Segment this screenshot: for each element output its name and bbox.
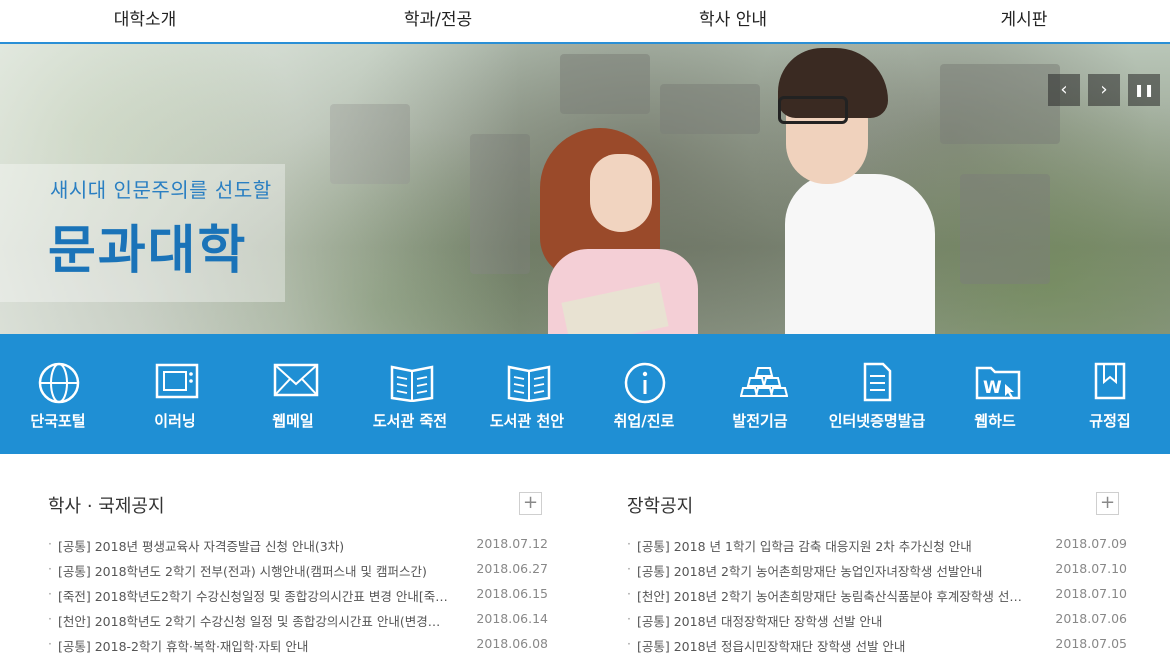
panel-title: 학사 · 국제공지 bbox=[48, 496, 165, 517]
chevron-left-icon[interactable]: ‹ bbox=[1048, 74, 1080, 106]
notice-title[interactable]: [천안] 2018학년도 2학기 수강신청 일정 및 종합강의시간표 안내(변경… bbox=[58, 611, 450, 630]
notice-date: 2018.07.10 bbox=[1055, 586, 1127, 601]
book-icon bbox=[507, 365, 551, 402]
notice-title[interactable]: [공통] 2018년 평생교육사 자격증발급 신청 안내(3차) bbox=[58, 536, 450, 555]
hero-rock bbox=[660, 84, 760, 134]
bullet: · bbox=[48, 536, 52, 551]
quick-links-bar: 단국포털 이러닝 웹메일 도서관 죽전 도서관 천안 취업/진로 발전기금 인터… bbox=[0, 334, 1170, 454]
notice-title[interactable]: [공통] 2018 년 1학기 입학금 감축 대응지원 2차 추가신청 안내 bbox=[637, 536, 1029, 555]
notice-date: 2018.07.06 bbox=[1055, 611, 1127, 626]
notice-date: 2018.07.09 bbox=[1055, 536, 1127, 551]
notice-date: 2018.07.05 bbox=[1055, 636, 1127, 651]
woman-figure-face bbox=[590, 154, 652, 232]
hero-rock bbox=[560, 54, 650, 114]
nav-item-academic-guide[interactable]: 학사 안내 bbox=[653, 0, 813, 42]
notice-row[interactable]: · [공통] 2018 년 1학기 입학금 감축 대응지원 2차 추가신청 안내… bbox=[627, 536, 1127, 556]
book-icon bbox=[390, 365, 434, 402]
notice-date: 2018.06.08 bbox=[476, 636, 548, 651]
quick-link-label: 규정집 bbox=[1089, 412, 1131, 430]
more-button[interactable]: + bbox=[1096, 492, 1119, 515]
nav-item-about[interactable]: 대학소개 bbox=[65, 0, 225, 42]
notice-date: 2018.07.12 bbox=[476, 536, 548, 551]
pause-icon[interactable]: ❚❚ bbox=[1128, 74, 1160, 106]
nav-item-departments[interactable]: 학과/전공 bbox=[358, 0, 518, 42]
mail-icon bbox=[273, 363, 319, 397]
bookmark-icon bbox=[1094, 362, 1126, 400]
bullet: · bbox=[627, 536, 631, 551]
notice-title[interactable]: [공통] 2018학년도 2학기 전부(전과) 시행안내(캠퍼스내 및 캠퍼스간… bbox=[58, 561, 450, 580]
quick-link-career[interactable]: 취업/진로 bbox=[589, 334, 699, 454]
quick-link-portal[interactable]: 단국포털 bbox=[3, 334, 113, 454]
chevron-right-icon[interactable]: › bbox=[1088, 74, 1120, 106]
bullet: · bbox=[48, 611, 52, 626]
svg-text:W: W bbox=[983, 378, 1002, 398]
hero-banner: 새시대 인문주의를 선도할 문과대학 ‹ › ❚❚ bbox=[0, 44, 1170, 334]
notice-row[interactable]: · [공통] 2018년 평생교육사 자격증발급 신청 안내(3차) 2018.… bbox=[48, 536, 548, 556]
notice-row[interactable]: · [공통] 2018년 2학기 농어촌희망재단 농업인자녀장학생 선발안내 2… bbox=[627, 561, 1127, 581]
gold-bars-icon bbox=[740, 367, 788, 397]
notice-row[interactable]: · [공통] 2018학년도 2학기 전부(전과) 시행안내(캠퍼스내 및 캠퍼… bbox=[48, 561, 548, 581]
panel-title: 장학공지 bbox=[627, 496, 694, 517]
hero-title: 문과대학 bbox=[48, 221, 248, 281]
bullet: · bbox=[627, 611, 631, 626]
bullet: · bbox=[48, 586, 52, 601]
info-icon bbox=[624, 362, 666, 404]
quick-link-webhard[interactable]: W 웹하드 bbox=[940, 334, 1050, 454]
globe-icon bbox=[38, 362, 80, 404]
quick-link-development-fund[interactable]: 발전기금 bbox=[705, 334, 815, 454]
bullet: · bbox=[627, 636, 631, 651]
top-navigation: 대학소개 학과/전공 학사 안내 게시판 bbox=[0, 0, 1170, 44]
glasses-shape bbox=[778, 96, 848, 124]
notice-title[interactable]: [공통] 2018-2학기 휴학·복학·재입학·자퇴 안내 bbox=[58, 636, 450, 655]
notice-row[interactable]: · [공통] 2018-2학기 휴학·복학·재입학·자퇴 안내 2018.06.… bbox=[48, 636, 548, 656]
notice-title[interactable]: [공통] 2018년 2학기 농어촌희망재단 농업인자녀장학생 선발안내 bbox=[637, 561, 1029, 580]
notice-row[interactable]: · [죽전] 2018학년도2학기 수강신청일정 및 종합강의시간표 변경 안내… bbox=[48, 586, 548, 606]
webhard-icon: W bbox=[975, 366, 1021, 400]
man-figure-body bbox=[785, 174, 935, 334]
quick-link-regulations[interactable]: 규정집 bbox=[1055, 334, 1165, 454]
notice-title[interactable]: [죽전] 2018학년도2학기 수강신청일정 및 종합강의시간표 변경 안내[죽… bbox=[58, 586, 450, 605]
notice-title[interactable]: [공통] 2018년 정읍시민장학재단 장학생 선발 안내 bbox=[637, 636, 1029, 655]
bullet: · bbox=[48, 636, 52, 651]
hero-rock bbox=[940, 64, 1060, 144]
notice-title[interactable]: [공통] 2018년 대정장학재단 장학생 선발 안내 bbox=[637, 611, 1029, 630]
quick-link-webmail[interactable]: 웹메일 bbox=[238, 334, 348, 454]
notice-date: 2018.06.27 bbox=[476, 561, 548, 576]
bullet: · bbox=[627, 561, 631, 576]
notice-row[interactable]: · [공통] 2018년 대정장학재단 장학생 선발 안내 2018.07.06 bbox=[627, 611, 1127, 631]
notice-row[interactable]: · [천안] 2018학년도 2학기 수강신청 일정 및 종합강의시간표 안내(… bbox=[48, 611, 548, 631]
quick-link-library-cheonan[interactable]: 도서관 천안 bbox=[472, 334, 582, 454]
hero-subtitle: 새시대 인문주의를 선도할 bbox=[50, 178, 272, 202]
bullet: · bbox=[48, 561, 52, 576]
quick-link-elearning[interactable]: 이러닝 bbox=[120, 334, 230, 454]
notice-title[interactable]: [천안] 2018년 2학기 농어촌희망재단 농림축산식품분야 후계장학생 선발… bbox=[637, 586, 1029, 605]
notice-row[interactable]: · [공통] 2018년 정읍시민장학재단 장학생 선발 안내 2018.07.… bbox=[627, 636, 1127, 656]
notice-date: 2018.06.14 bbox=[476, 611, 548, 626]
quick-link-certificate[interactable]: 인터넷증명발급 bbox=[822, 334, 932, 454]
notice-date: 2018.06.15 bbox=[476, 586, 548, 601]
monitor-icon bbox=[155, 363, 199, 399]
nav-item-board[interactable]: 게시판 bbox=[944, 0, 1104, 42]
quick-link-library-jukjeon[interactable]: 도서관 죽전 bbox=[355, 334, 465, 454]
document-icon bbox=[863, 362, 892, 402]
bullet: · bbox=[627, 586, 631, 601]
notice-date: 2018.07.10 bbox=[1055, 561, 1127, 576]
notice-row[interactable]: · [천안] 2018년 2학기 농어촌희망재단 농림축산식품분야 후계장학생 … bbox=[627, 586, 1127, 606]
more-button[interactable]: + bbox=[519, 492, 542, 515]
academic-notice-panel: 학사 · 국제공지 + · [공통] 2018년 평생교육사 자격증발급 신청 … bbox=[48, 454, 548, 668]
hero-rock bbox=[960, 174, 1050, 284]
scholarship-notice-panel: 장학공지 + · [공통] 2018 년 1학기 입학금 감축 대응지원 2차 … bbox=[627, 454, 1127, 668]
